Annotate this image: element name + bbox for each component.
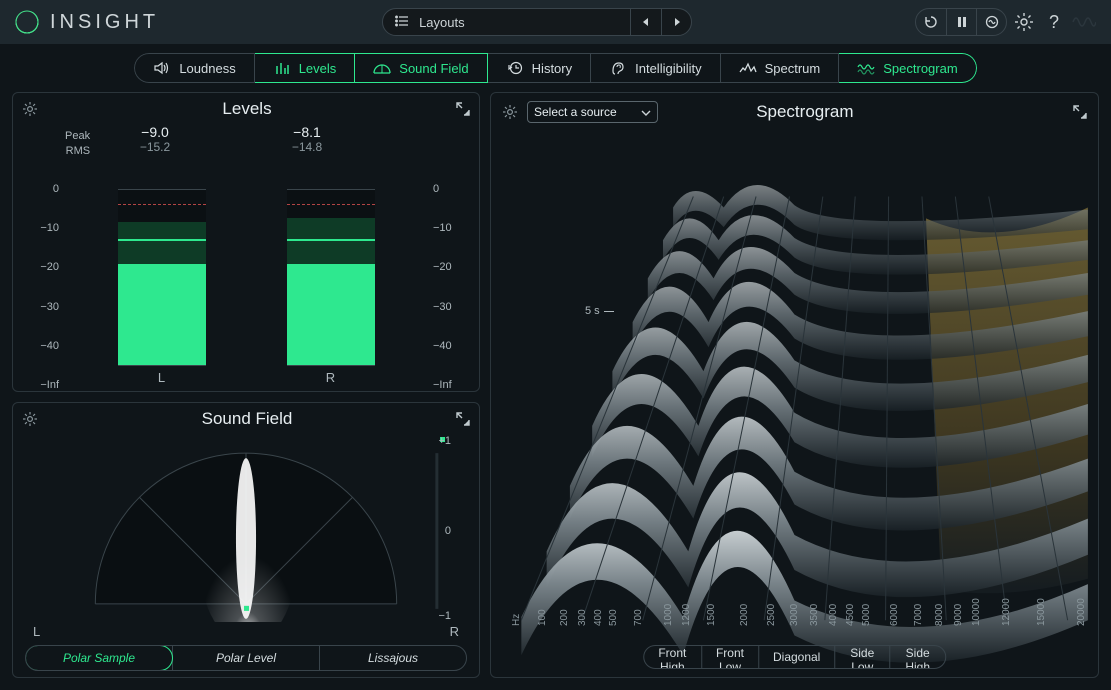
spectrogram-freq-axis: Hz 100 200 300 400 500 700 1000 1200 150…: [491, 591, 1098, 641]
sound-field-settings-button[interactable]: [21, 410, 39, 428]
spectrogram-view-tabs: Front High Front Low Diagonal Side Low S…: [643, 645, 947, 669]
level-scale-right: 0 −10 −20 −30 −40 −Inf: [425, 189, 465, 385]
goniometer-icon: [373, 61, 391, 75]
izotope-logo-icon: [14, 9, 40, 35]
layouts-label: Layouts: [419, 15, 465, 30]
chevron-down-icon: [641, 105, 651, 119]
correlation-scale-mid: 0: [445, 525, 451, 537]
spectrogram-icon: [857, 61, 875, 75]
tab-history[interactable]: History: [488, 53, 591, 83]
app-header: INSIGHT Layouts: [0, 0, 1111, 44]
tab-spectrum[interactable]: Spectrum: [721, 53, 840, 83]
sf-mode-polar-level[interactable]: Polar Level: [172, 646, 319, 670]
sound-field-panel-title: Sound Field: [47, 409, 447, 429]
spec-view-front-low[interactable]: Front Low: [701, 646, 758, 668]
spectrum-icon: [739, 61, 757, 75]
spectrogram-panel: Select a source Spectrogram: [490, 92, 1099, 678]
tab-spectrogram[interactable]: Spectrogram: [839, 53, 976, 83]
levels-expand-button[interactable]: [455, 101, 471, 117]
layout-next-button[interactable]: [661, 9, 691, 35]
spectrogram-source-select[interactable]: Select a source: [527, 101, 658, 123]
levels-panel-title: Levels: [47, 99, 447, 119]
tab-loudness[interactable]: Loudness: [134, 53, 254, 83]
spec-view-front-high[interactable]: Front High: [644, 646, 701, 668]
spectrogram-settings-button[interactable]: [501, 103, 519, 121]
layout-prev-button[interactable]: [631, 9, 661, 35]
correlation-scale-bot: −1: [438, 610, 451, 622]
level-meter-left[interactable]: [118, 189, 206, 366]
sf-mode-lissajous[interactable]: Lissajous: [319, 646, 466, 670]
level-readout-labels: Peak RMS: [65, 129, 90, 159]
layouts-selector: Layouts: [382, 8, 692, 36]
settings-button[interactable]: [1011, 9, 1037, 35]
level-scale-left: 0 −10 −20 −30 −40 −Inf: [27, 189, 67, 385]
module-tabbar: Loudness Levels Sound Field History Inte…: [0, 44, 1111, 92]
levels-icon: [273, 61, 291, 75]
signal-icon: [1071, 9, 1097, 35]
app-title: INSIGHT: [50, 11, 159, 34]
levels-settings-button[interactable]: [21, 100, 39, 118]
levels-panel: Levels Peak RMS −9.0 −15.2: [12, 92, 480, 392]
channel-label-left: L: [158, 366, 165, 385]
level-meter-right[interactable]: [287, 189, 375, 366]
tab-levels[interactable]: Levels: [255, 53, 356, 83]
correlation-scale-top: +1: [438, 435, 451, 447]
channel-label-right: R: [326, 366, 335, 385]
level-readout-left: −9.0 −15.2: [111, 125, 199, 155]
sf-left-label: L: [33, 624, 40, 639]
sound-field-display[interactable]: +1 0 −1: [25, 435, 467, 622]
help-button[interactable]: ?: [1041, 9, 1067, 35]
spectrogram-panel-title: Spectrogram: [666, 102, 1064, 122]
spectrogram-display[interactable]: 5 s Hz 100 200 300 400 500 700 1000 1200…: [491, 131, 1098, 677]
reset-button[interactable]: [916, 9, 946, 35]
spec-view-side-high[interactable]: Side High: [889, 646, 945, 668]
layouts-dropdown[interactable]: Layouts: [383, 9, 631, 35]
spectrogram-time-marker: 5 s: [585, 305, 614, 317]
pause-button[interactable]: [946, 9, 976, 35]
sf-right-label: R: [450, 624, 459, 639]
ear-icon: [609, 61, 627, 75]
spec-view-diagonal[interactable]: Diagonal: [758, 646, 834, 668]
tab-sound-field[interactable]: Sound Field: [355, 53, 487, 83]
sound-field-expand-button[interactable]: [455, 411, 471, 427]
tab-intelligibility[interactable]: Intelligibility: [591, 53, 720, 83]
sync-button[interactable]: [976, 9, 1006, 35]
level-readout-right: −8.1 −14.8: [263, 125, 351, 155]
list-icon: [395, 15, 409, 30]
spec-view-side-low[interactable]: Side Low: [834, 646, 889, 668]
sound-field-panel: Sound Field: [12, 402, 480, 678]
speaker-icon: [153, 61, 171, 75]
sf-mode-polar-sample[interactable]: Polar Sample: [25, 645, 173, 671]
spectrogram-expand-button[interactable]: [1072, 104, 1088, 120]
history-icon: [506, 61, 524, 75]
